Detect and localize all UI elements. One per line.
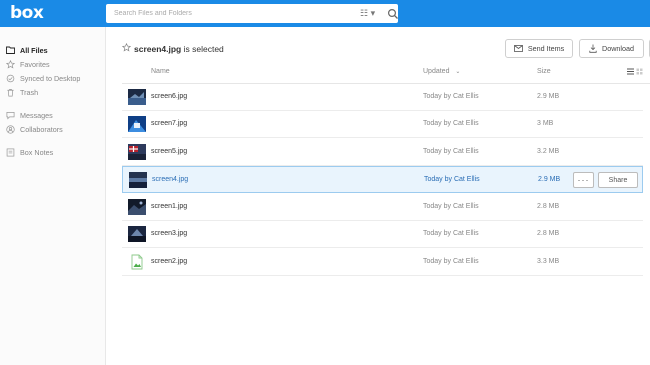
file-updated: Today by Cat Ellis bbox=[423, 148, 479, 155]
column-header-name[interactable]: Name bbox=[151, 68, 170, 75]
night-photo-thumbnail bbox=[128, 226, 146, 242]
sort-down-icon: ⌄ bbox=[455, 69, 461, 75]
list-view-icon bbox=[627, 68, 634, 75]
column-header-updated[interactable]: Updated ⌄ bbox=[423, 68, 460, 75]
file-updated: Today by Cat Ellis bbox=[423, 230, 479, 237]
file-size: 2.9 MB bbox=[537, 93, 560, 100]
search-icon[interactable] bbox=[387, 7, 399, 25]
sidebar-item-label: Trash bbox=[20, 87, 39, 97]
table-row[interactable]: screen5.jpg Today by Cat Ellis 3.2 MB bbox=[122, 139, 643, 166]
sidebar-item-label: Collaborators bbox=[20, 124, 63, 134]
selection-header: screen4.jpg is selected bbox=[121, 42, 224, 54]
sidebar-item-messages[interactable]: Messages bbox=[6, 109, 53, 121]
file-updated: Today by Cat Ellis bbox=[423, 93, 479, 100]
notes-icon bbox=[6, 148, 15, 157]
dark-blue-photo-thumbnail bbox=[128, 89, 146, 105]
sidebar-item-label: Box Notes bbox=[20, 147, 54, 157]
view-toggle[interactable] bbox=[627, 68, 643, 75]
column-header-size[interactable]: Size bbox=[537, 68, 551, 75]
user-icon bbox=[6, 124, 15, 134]
selected-file-name: screen4.jpg bbox=[134, 43, 182, 54]
send-items-button[interactable]: Send Items bbox=[505, 39, 573, 58]
file-size: 3 MB bbox=[537, 120, 554, 127]
file-name[interactable]: screen7.jpg bbox=[151, 120, 187, 127]
file-name[interactable]: screen6.jpg bbox=[151, 93, 187, 100]
file-name[interactable]: screen2.jpg bbox=[151, 258, 187, 265]
top-bar: box ☷ ▾ bbox=[0, 0, 650, 27]
table-row[interactable]: screen1.jpg Today by Cat Ellis 2.8 MB bbox=[122, 194, 643, 221]
dark-photo-thumbnail bbox=[128, 199, 146, 215]
sidebar: All Files Favorites Synced to Desktop Tr… bbox=[0, 27, 106, 365]
file-name[interactable]: screen1.jpg bbox=[151, 203, 187, 210]
send-items-label: Send Items bbox=[527, 44, 565, 53]
column-header-updated-label: Updated bbox=[423, 68, 450, 75]
sidebar-item-label: Messages bbox=[20, 110, 53, 120]
table-row[interactable]: screen2.jpg Today by Cat Ellis 3.3 MB bbox=[122, 249, 643, 276]
filter-icon[interactable]: ☷ ▾ bbox=[360, 8, 375, 18]
flag-photo-thumbnail bbox=[128, 144, 146, 160]
file-size: 3.3 MB bbox=[537, 258, 560, 265]
file-updated: Today by Cat Ellis bbox=[424, 176, 480, 183]
file-size: 2.9 MB bbox=[538, 176, 561, 183]
file-name[interactable]: screen3.jpg bbox=[151, 230, 187, 237]
file-size: 2.8 MB bbox=[537, 203, 560, 210]
table-row[interactable]: screen6.jpg Today by Cat Ellis 2.9 MB bbox=[122, 84, 643, 111]
sync-icon bbox=[6, 74, 15, 83]
download-label: Download bbox=[602, 44, 634, 53]
share-button[interactable]: Share bbox=[598, 172, 638, 188]
table-row-selected[interactable]: screen4.jpg Today by Cat Ellis 2.9 MB ··… bbox=[122, 166, 643, 193]
mail-icon bbox=[513, 45, 523, 52]
search-input[interactable] bbox=[114, 6, 354, 21]
sea-photo-thumbnail bbox=[129, 172, 147, 188]
table-row[interactable]: screen7.jpg Today by Cat Ellis 3 MB bbox=[122, 111, 643, 138]
file-size: 3.2 MB bbox=[537, 148, 560, 155]
sidebar-item-synced[interactable]: Synced to Desktop bbox=[6, 72, 80, 84]
file-size: 2.8 MB bbox=[537, 230, 560, 237]
file-name[interactable]: screen4.jpg bbox=[152, 176, 188, 183]
file-updated: Today by Cat Ellis bbox=[423, 203, 479, 210]
sidebar-item-label: Favorites bbox=[20, 59, 50, 69]
sidebar-item-box-notes[interactable]: Box Notes bbox=[6, 146, 53, 158]
box-app: box ☷ ▾ All Files Favorites Sync bbox=[0, 0, 650, 365]
box-logo[interactable]: box bbox=[10, 3, 44, 23]
blue-photo-thumbnail bbox=[128, 116, 146, 132]
sidebar-item-trash[interactable]: Trash bbox=[6, 86, 38, 98]
image-file-icon bbox=[128, 254, 146, 270]
table-row[interactable]: screen3.jpg Today by Cat Ellis 2.8 MB bbox=[122, 221, 643, 248]
folder-icon bbox=[6, 46, 15, 55]
sidebar-item-collaborators[interactable]: Collaborators bbox=[6, 123, 63, 135]
sidebar-item-label: All Files bbox=[20, 45, 48, 55]
search-box[interactable]: ☷ ▾ bbox=[106, 4, 398, 23]
star-icon[interactable] bbox=[121, 42, 132, 54]
sidebar-item-all-files[interactable]: All Files bbox=[6, 44, 48, 56]
sidebar-item-favorites[interactable]: Favorites bbox=[6, 58, 50, 70]
download-icon bbox=[589, 44, 597, 53]
trash-icon bbox=[6, 88, 15, 97]
grid-view-icon bbox=[636, 68, 643, 75]
more-options-button[interactable]: ··· bbox=[573, 172, 594, 188]
file-name[interactable]: screen5.jpg bbox=[151, 148, 187, 155]
star-icon bbox=[6, 59, 15, 69]
file-updated: Today by Cat Ellis bbox=[423, 120, 479, 127]
selected-suffix: is selected bbox=[181, 43, 224, 54]
file-updated: Today by Cat Ellis bbox=[423, 258, 479, 265]
sidebar-item-label: Synced to Desktop bbox=[20, 73, 81, 83]
message-icon bbox=[6, 111, 15, 120]
download-button[interactable]: Download bbox=[579, 39, 644, 58]
